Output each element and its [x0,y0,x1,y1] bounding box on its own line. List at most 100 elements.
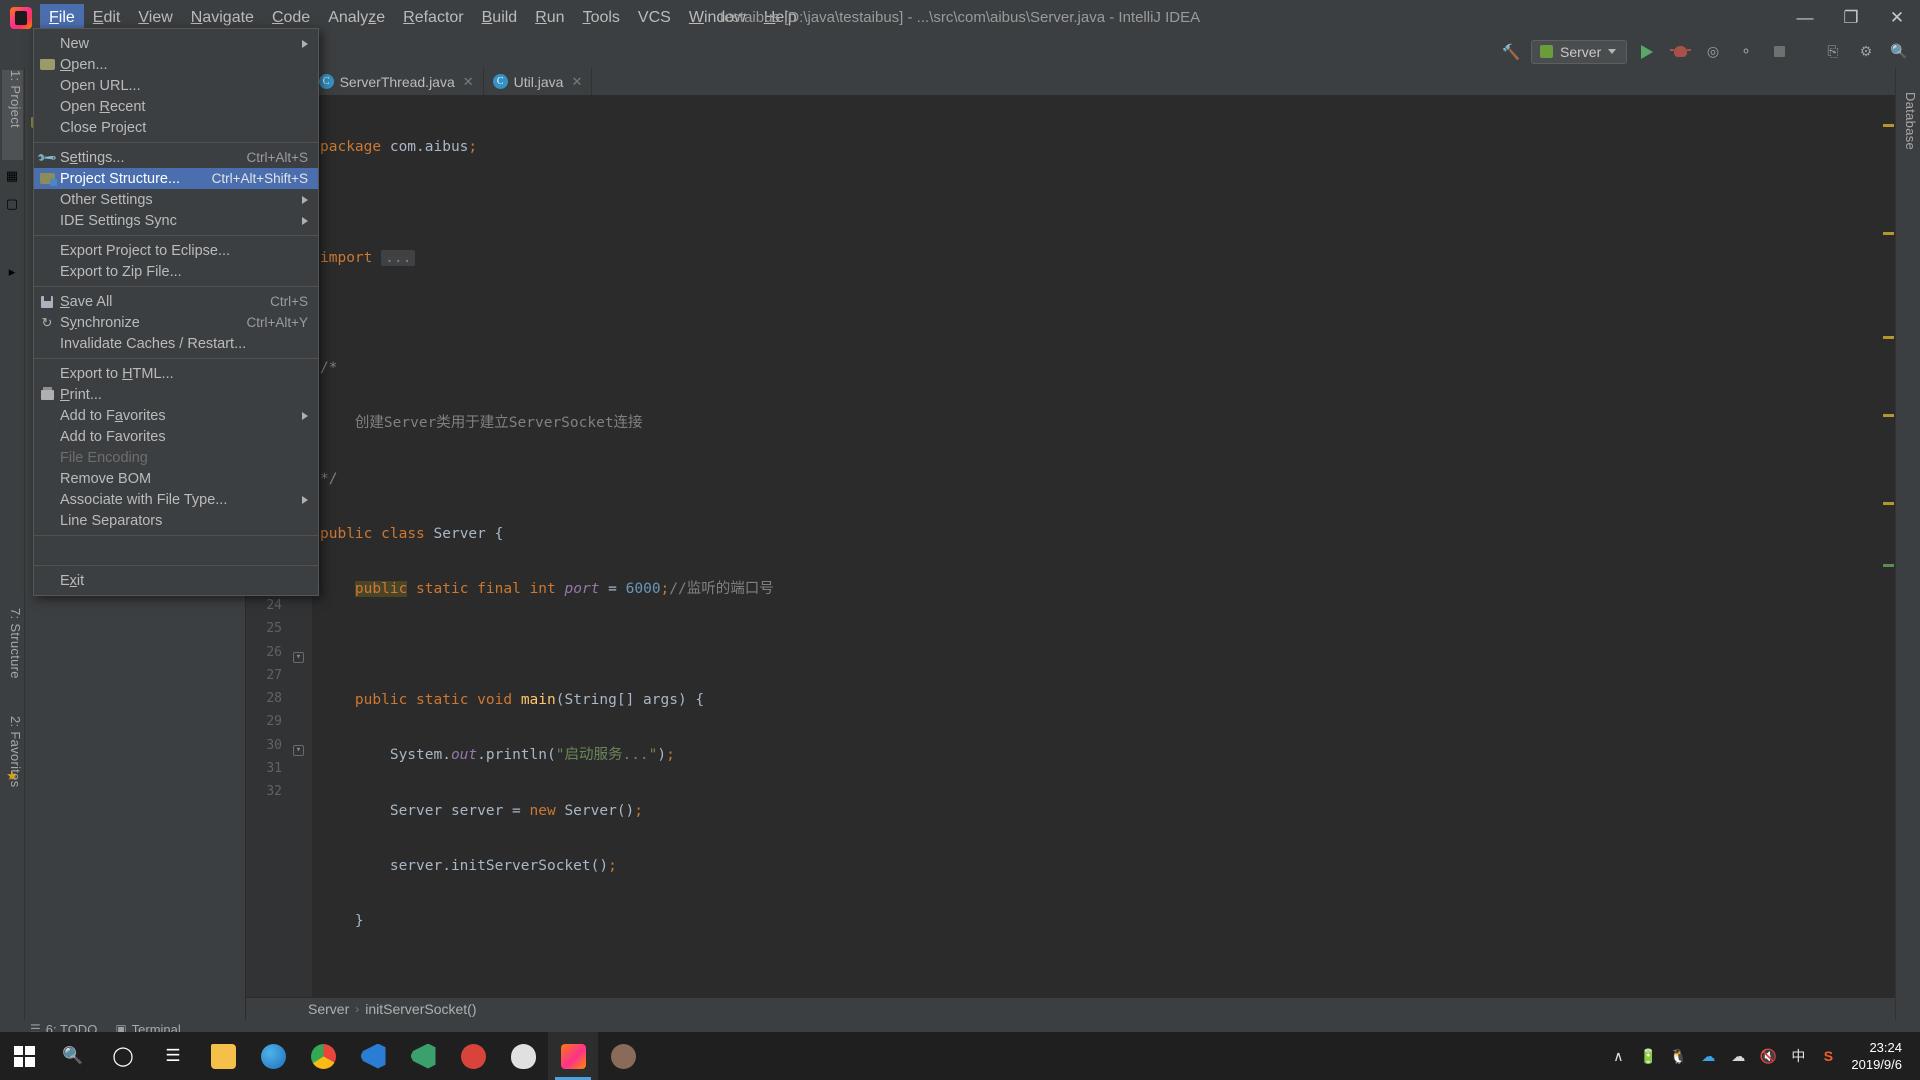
breadcrumb-method[interactable]: initServerSocket() [365,1001,476,1017]
line-number: 32 [246,780,312,803]
module-icon[interactable]: ▦ [4,168,20,184]
run-with-coverage-icon[interactable]: ◎ [1700,39,1726,65]
menu-item-save-all[interactable]: Save All Ctrl+S [34,291,318,312]
menu-item-export-to-zip[interactable]: Export to Zip File... [34,261,318,282]
breadcrumb[interactable]: Server › initServerSocket() [246,997,1895,1020]
settings-icon[interactable]: ⚙ [1853,39,1879,65]
code-fold-icon[interactable]: ▾ [293,652,304,663]
sogou-icon[interactable]: S [1813,1032,1843,1080]
error-stripe-marker[interactable] [1883,502,1894,505]
chevron-up-icon[interactable]: ∧ [1603,1032,1633,1080]
maximize-button[interactable]: ❐ [1828,0,1874,35]
taskbar-app-tim-qq[interactable] [498,1032,548,1080]
cortana-icon[interactable]: ◯ [98,1032,148,1080]
run-configuration-selector[interactable]: Server [1531,40,1627,64]
menu-help[interactable]: Help [755,4,806,32]
taskbar-app-file-explorer[interactable] [198,1032,248,1080]
error-stripe-marker[interactable] [1883,564,1894,567]
run-icon[interactable] [1634,39,1660,65]
menu-item-exit[interactable]: Exit [34,570,318,591]
search-icon[interactable]: 🔍 [48,1032,98,1080]
taskbar-app-microsoft-edge[interactable] [248,1032,298,1080]
menu-item-open-recent[interactable]: Open Recent [34,96,318,117]
task-view-icon[interactable]: ☰ [148,1032,198,1080]
tool-tab-project[interactable]: 1: Project [2,70,23,160]
taskbar-app-google-chrome[interactable] [298,1032,348,1080]
menu-refactor[interactable]: Refactor [394,4,472,32]
battery-icon[interactable]: 🔋 [1633,1032,1663,1080]
expand-arrow-icon[interactable]: ▸ [4,264,20,280]
profiler-icon[interactable]: ⚬ [1733,39,1759,65]
taskbar-app-user[interactable] [598,1032,648,1080]
menu-item-print[interactable]: Print... [34,384,318,405]
menu-separator [34,565,318,566]
cloud-icon[interactable]: ☁ [1723,1032,1753,1080]
menu-item-new[interactable]: New [34,33,318,54]
tool-tab-structure[interactable]: 7: Structure [2,608,23,712]
window-controls[interactable]: — ❐ ✕ [1782,0,1920,35]
menu-build[interactable]: Build [473,4,527,32]
tool-tab-favorites[interactable]: 2: Favorites [2,716,23,816]
tool-tab-database[interactable]: Database [1897,92,1918,172]
breadcrumb-class[interactable]: Server [308,1001,349,1017]
error-stripe-marker[interactable] [1883,414,1894,417]
editor-scrollbar[interactable] [1881,124,1895,974]
taskbar-app-intellij-idea[interactable] [548,1032,598,1080]
menu-item-power-save-mode[interactable] [34,540,318,561]
hammer-icon[interactable]: 🔨 [1498,39,1524,65]
submenu-arrow-icon [302,496,308,504]
qq-icon[interactable]: 🐧 [1663,1032,1693,1080]
taskbar-app-visual-studio-code[interactable] [348,1032,398,1080]
menu-item-line-separators[interactable]: Associate with File Type... [34,489,318,510]
code-fold-icon[interactable]: ▾ [293,745,304,756]
menu-item-export-project-to-eclipse[interactable]: Export Project to Eclipse... [34,240,318,261]
menu-item-open-url[interactable]: Open URL... [34,75,318,96]
menu-item-close-project[interactable]: Close Project [34,117,318,138]
editor-tab-serverthread[interactable]: C ServerThread.java ✕ [310,68,484,95]
menu-window[interactable]: Window [680,4,755,32]
menu-vcs[interactable]: VCS [629,4,680,32]
menu-item-export-to-html[interactable]: Export to HTML... [34,363,318,384]
code-text[interactable]: package com.aibus; import ... /* 创建Serve… [312,96,1895,997]
close-icon[interactable]: ✕ [571,74,582,90]
submenu-arrow-icon [302,196,308,204]
code-editor[interactable]: 24 25 26 27 28 29 30 31 32 ▾ ▾ package c… [246,96,1895,997]
menu-item-other-settings[interactable]: Other Settings [34,189,318,210]
minimize-button[interactable]: — [1782,0,1828,35]
update-project-icon[interactable]: ⎘ [1820,39,1846,65]
menu-run[interactable]: Run [526,4,573,32]
menu-item-file-encoding[interactable]: Add to Favorites [34,426,318,447]
ime-language-icon[interactable]: 中 [1783,1032,1813,1080]
menu-item-ide-settings-sync[interactable]: IDE Settings Sync [34,210,318,231]
error-stripe-marker[interactable] [1883,336,1894,339]
volume-muted-icon[interactable]: 🔇 [1753,1032,1783,1080]
error-stripe-marker[interactable] [1883,124,1894,127]
menu-item-project-structure[interactable]: Project Structure... Ctrl+Alt+Shift+S [34,168,318,189]
menu-item-add-to-favorites[interactable]: Add to Favorites [34,405,318,426]
close-button[interactable]: ✕ [1874,0,1920,35]
debug-icon[interactable] [1667,39,1693,65]
menu-item-open[interactable]: Open... [34,54,318,75]
menu-item-synchronize[interactable]: ↻ Synchronize Ctrl+Alt+Y [34,312,318,333]
onedrive-icon[interactable]: ☁ [1693,1032,1723,1080]
menu-item-associate-with-file-type[interactable]: Remove BOM [34,468,318,489]
editor-tab-util[interactable]: C Util.java ✕ [484,68,593,95]
menu-item-make-file-read-only[interactable]: Line Separators [34,510,318,531]
bookmark-icon[interactable]: ▢ [4,196,20,212]
taskbar-clock[interactable]: 23:24 2019/9/6 [1843,1039,1914,1073]
error-stripe-marker[interactable] [1883,232,1894,235]
editor-tabs[interactable]: java ✕ C ServerThread.java ✕ C Util.java… [246,68,1895,96]
search-everywhere-icon[interactable]: 🔍 [1886,39,1912,65]
menu-item-settings[interactable]: 🔧 Settings... Ctrl+Alt+S [34,147,318,168]
star-icon[interactable]: ★ [4,768,20,784]
stop-icon[interactable] [1766,39,1792,65]
menu-item-invalidate-caches[interactable]: Invalidate Caches / Restart... [34,333,318,354]
file-menu-dropdown[interactable]: New Open... Open URL... Open Recent Clos… [33,28,319,596]
menu-analyze[interactable]: Analyze [319,4,394,32]
start-button[interactable] [0,1032,48,1080]
taskbar-app-netease-music[interactable] [448,1032,498,1080]
close-icon[interactable]: ✕ [463,74,474,90]
windows-taskbar: 🔍 ◯ ☰ ∧ 🔋 🐧 ☁ ☁ 🔇 中 S 23:24 2019/9/6 [0,1032,1920,1080]
taskbar-app-vscode-insiders[interactable] [398,1032,448,1080]
menu-tools[interactable]: Tools [574,4,629,32]
